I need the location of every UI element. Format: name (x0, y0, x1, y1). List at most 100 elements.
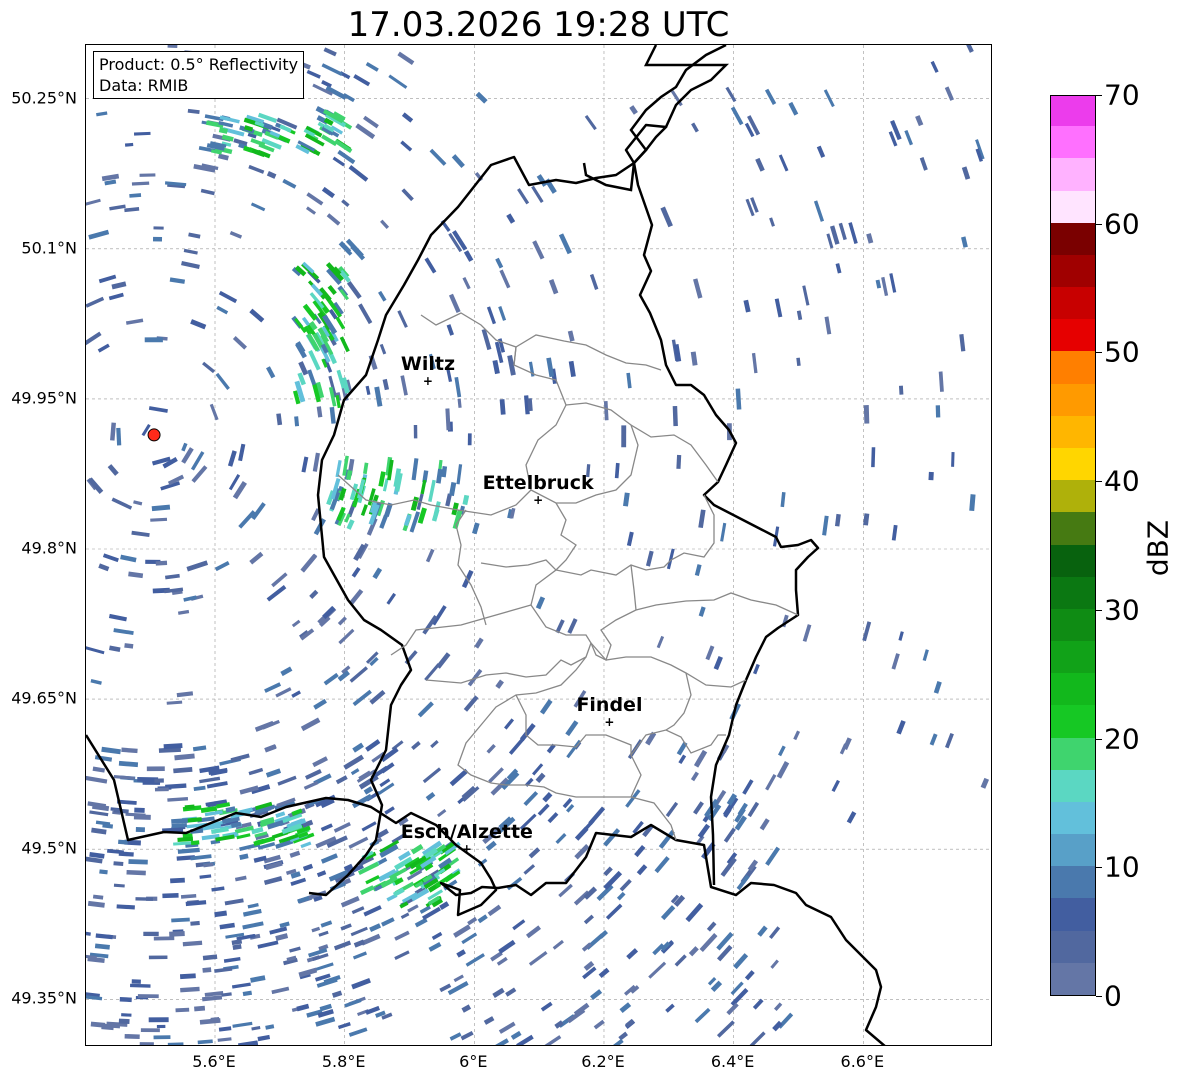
echo-cell (109, 204, 126, 211)
echo-cell (499, 269, 511, 289)
colorbar-segment (1051, 833, 1095, 867)
echo-cell (266, 366, 276, 379)
echo-cell (170, 877, 185, 884)
echo-cell (457, 398, 462, 408)
echo-cell (656, 635, 665, 649)
echo-cell (326, 213, 341, 226)
echo-cell (148, 1017, 169, 1023)
echo-cell (174, 753, 195, 761)
echo-cell (113, 861, 124, 867)
echo-cell (451, 154, 465, 169)
echo-cell (540, 1001, 553, 1012)
echo-cell (477, 914, 488, 924)
echo-cell (381, 917, 395, 927)
echo-cell (248, 767, 264, 776)
echo-cell (512, 919, 526, 931)
echo-cell (449, 482, 457, 497)
echo-cell (579, 819, 595, 836)
echo-cell (752, 998, 764, 1010)
echo-cell (764, 88, 777, 105)
echo-cell (363, 115, 379, 129)
echo-cell (881, 276, 889, 297)
echo-cell (156, 1024, 166, 1029)
echo-cell (487, 904, 502, 917)
echo-cell (102, 553, 119, 563)
echo-cell (86, 646, 105, 655)
echo-cell (713, 655, 723, 670)
echo-cell (275, 687, 292, 698)
echo-cell (131, 979, 141, 984)
echo-cell (891, 653, 900, 670)
echo-cell (363, 462, 369, 475)
echo-cell (634, 844, 646, 858)
echo-cell (242, 921, 264, 930)
echo-cell (898, 385, 904, 395)
echo-cell (467, 668, 483, 687)
echo-cell (486, 743, 496, 754)
echo-cell (118, 839, 128, 845)
echo-cell (498, 939, 516, 954)
echo-cell (488, 767, 504, 783)
colorbar-segment (1051, 543, 1095, 577)
echo-cell (183, 248, 198, 255)
echo-cell (938, 371, 944, 392)
echo-cell (584, 114, 597, 131)
echo-cell (186, 560, 209, 572)
echo-cell (548, 279, 559, 295)
echo-cell (125, 318, 144, 325)
echo-cell (91, 827, 107, 835)
echo-cell (239, 853, 249, 860)
echo-cell (392, 887, 405, 897)
echo-cell (333, 822, 351, 833)
echo-cell (148, 406, 168, 413)
echo-cell (693, 801, 704, 815)
echo-cell (505, 987, 517, 997)
echo-cell (137, 994, 159, 999)
echo-cell (755, 157, 765, 172)
echo-cell (848, 222, 858, 244)
colorbar-segment (1051, 736, 1095, 770)
echo-cell (742, 779, 754, 795)
echo-cell (531, 185, 544, 203)
echo-cell (335, 316, 346, 330)
echo-cell (693, 749, 708, 768)
echo-cell (280, 666, 293, 677)
echo-cell (144, 337, 163, 343)
echo-cell (110, 422, 116, 441)
echo-cell (179, 973, 196, 980)
echo-cell (959, 333, 966, 352)
radar-map[interactable] (85, 44, 992, 1046)
echo-cell (199, 776, 221, 784)
echo-cell (394, 930, 410, 941)
echo-cell (891, 524, 898, 541)
canton-border (513, 334, 662, 371)
echo-cell (294, 416, 300, 427)
echo-cell (306, 69, 321, 79)
echo-cell (315, 962, 334, 971)
lon-tick-label: 6.4°E (710, 1052, 755, 1071)
echo-cell (266, 585, 287, 602)
echo-cell (424, 257, 437, 274)
echo-cell (108, 292, 124, 301)
echo-cell (135, 827, 145, 833)
echo-cell (436, 652, 451, 669)
echo-cell (337, 616, 347, 626)
info-box: Product: 0.5° Reflectivity Data: RMIB (93, 51, 305, 99)
echo-cell (567, 618, 578, 634)
echo-cell (360, 504, 368, 517)
echo-cell (190, 840, 200, 846)
echo-cell (417, 701, 434, 718)
echo-cell (309, 589, 319, 599)
echo-cell (802, 624, 812, 642)
echo-cell (483, 1016, 495, 1025)
echo-cell (153, 1035, 171, 1040)
echo-cell (300, 841, 312, 849)
echo-cell (365, 739, 381, 752)
lat-tick-label: 50.25°N (11, 88, 77, 108)
echo-cell (769, 217, 775, 227)
echo-cell (672, 405, 678, 427)
echo-cell (120, 554, 137, 563)
echo-cell (296, 1003, 310, 1012)
echo-cell (823, 89, 835, 108)
echo-cell (305, 206, 317, 215)
